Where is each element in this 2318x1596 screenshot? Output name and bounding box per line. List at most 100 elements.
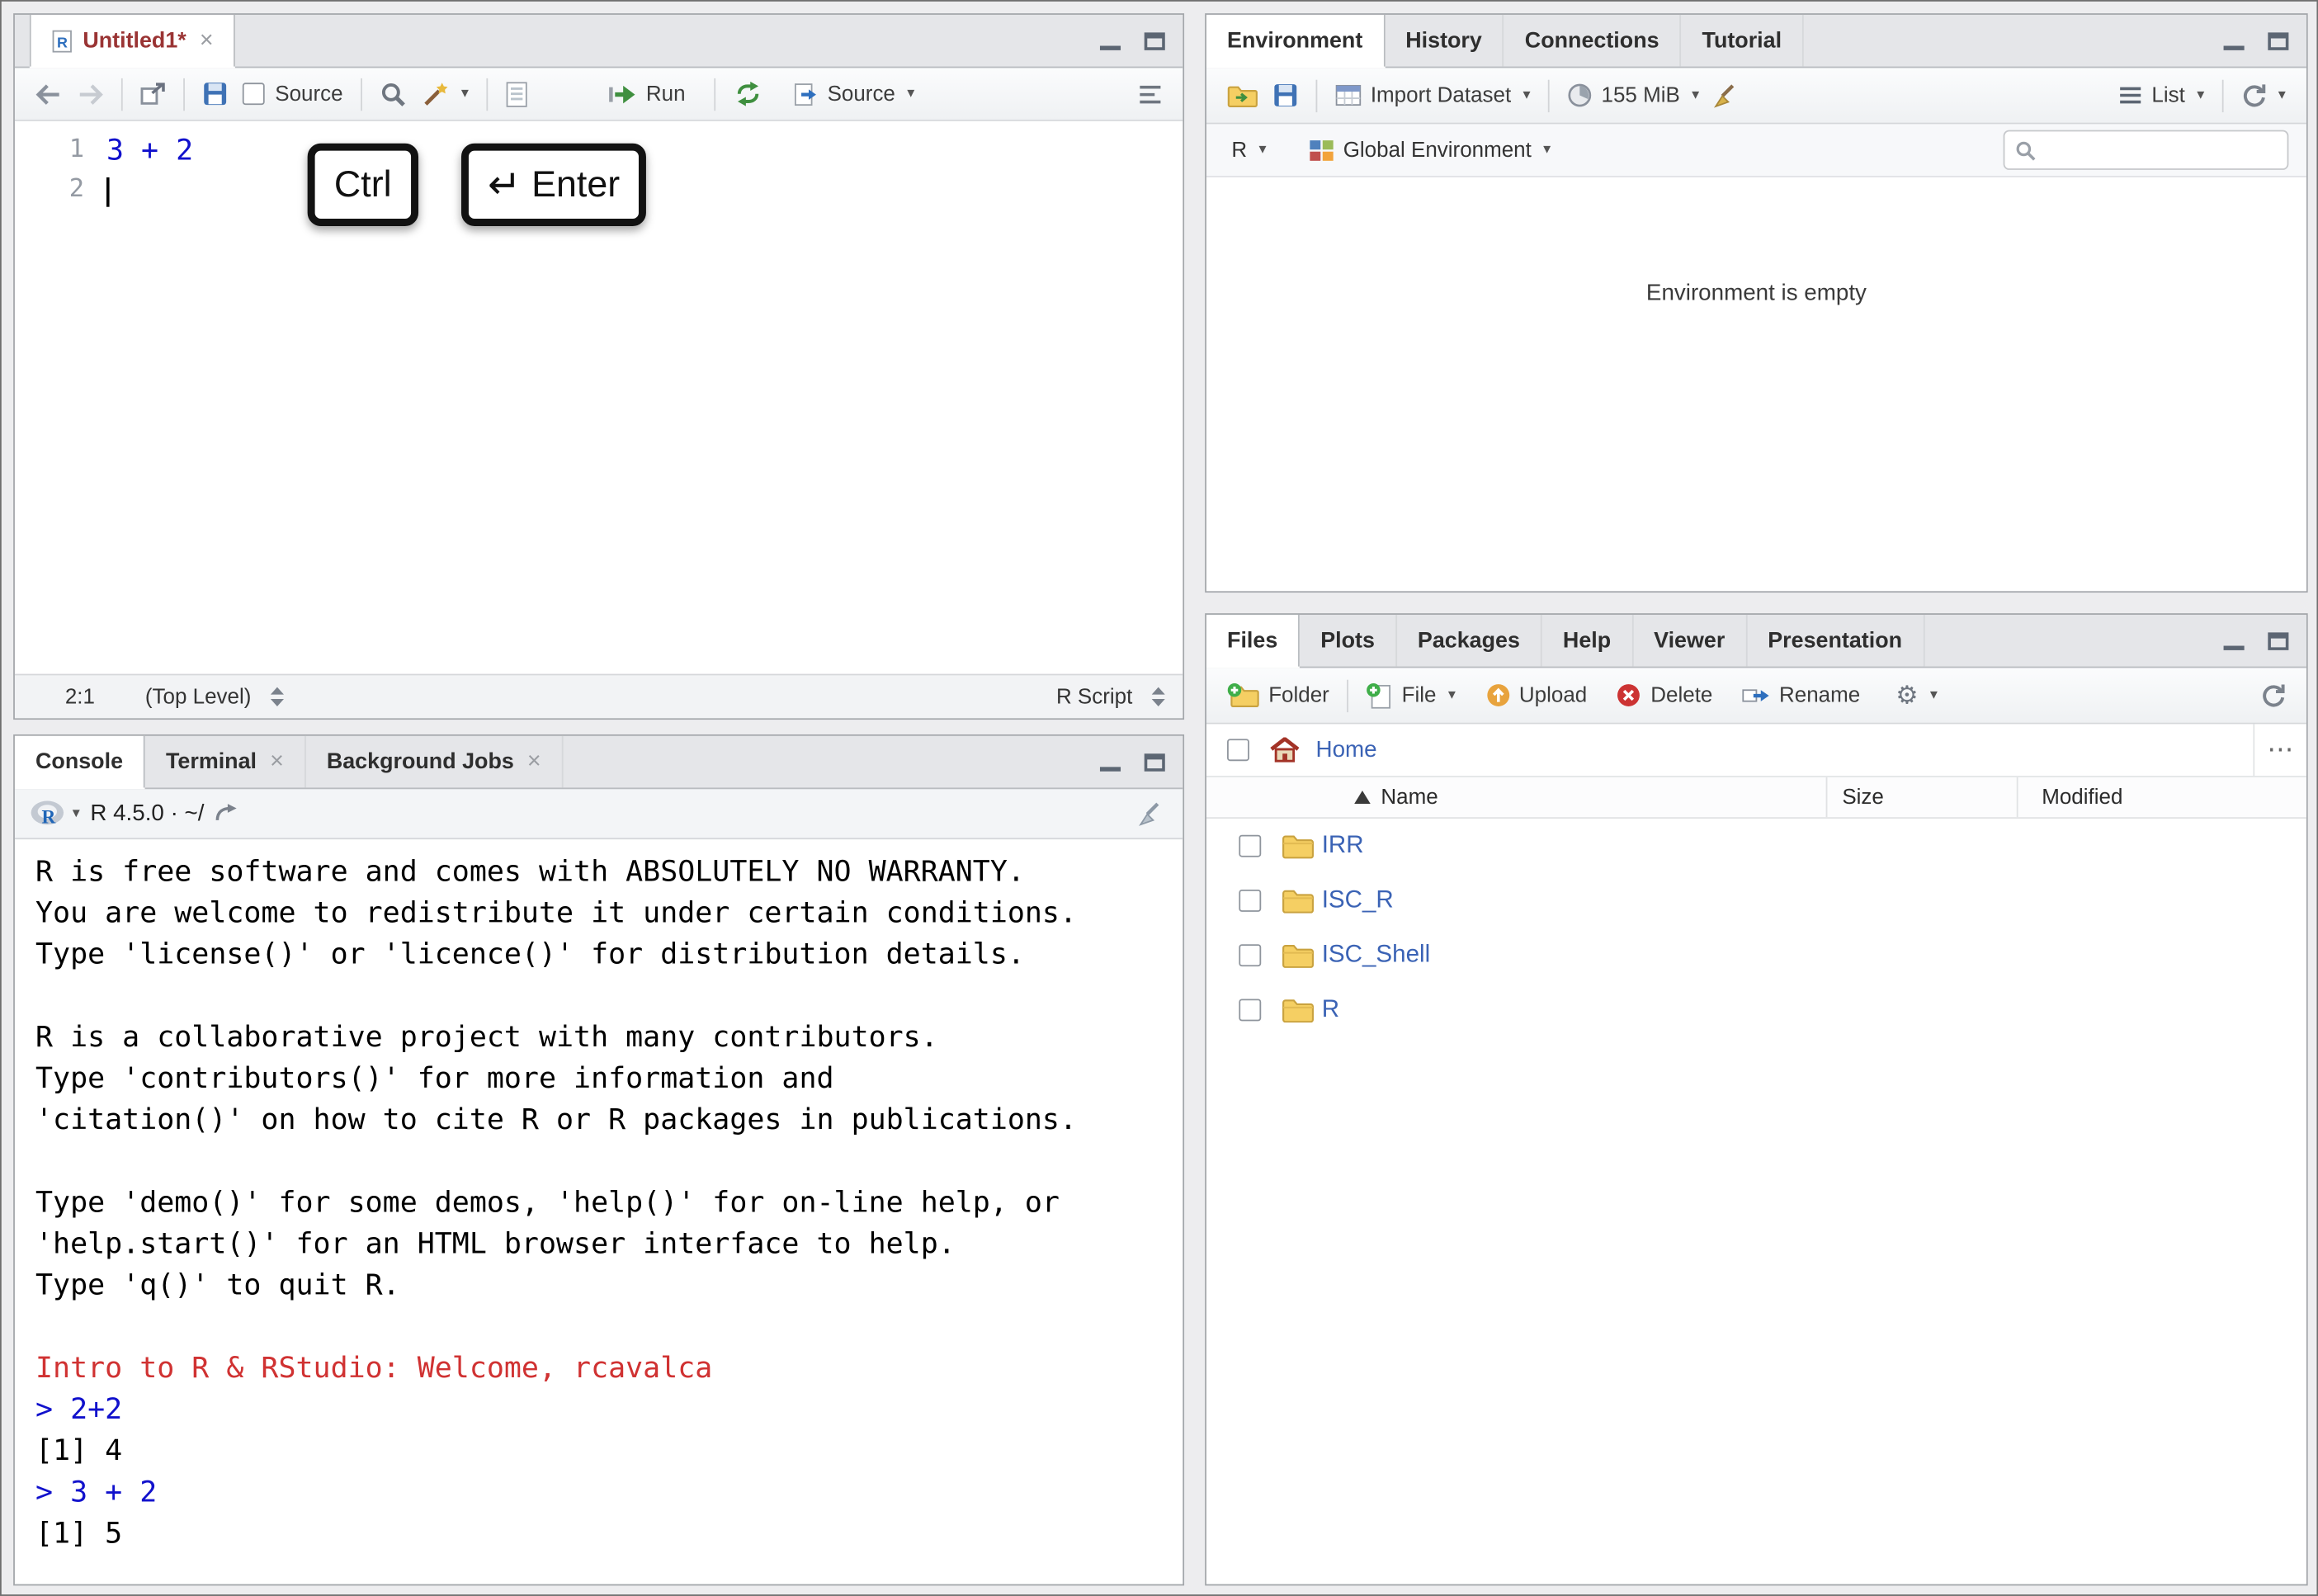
- maximize-pane-button[interactable]: [1145, 753, 1165, 770]
- separator: [486, 78, 488, 110]
- save-button[interactable]: [195, 77, 234, 111]
- source-statusbar: 2:1 (Top Level) R Script: [15, 674, 1183, 719]
- source-on-save-checkbox[interactable]: [243, 83, 265, 105]
- environment-search-input[interactable]: [2043, 138, 2277, 162]
- tab-presentation[interactable]: Presentation: [1747, 615, 1924, 667]
- forward-button[interactable]: [69, 79, 111, 109]
- file-type-selector[interactable]: R Script: [1056, 685, 1132, 709]
- load-workspace-button[interactable]: [1220, 79, 1266, 111]
- file-checkbox[interactable]: [1239, 835, 1261, 857]
- tab-connections[interactable]: Connections: [1504, 15, 1682, 67]
- environment-scope-selector[interactable]: Global Environment ▾: [1301, 134, 1558, 166]
- save-workspace-button[interactable]: [1266, 78, 1305, 112]
- tab-history[interactable]: History: [1385, 15, 1504, 67]
- list-view-button[interactable]: List ▾: [2112, 79, 2212, 111]
- console-line: Intro to R & RStudio: Welcome, rcavalca: [35, 1348, 1183, 1389]
- refresh-files-button[interactable]: [2253, 678, 2292, 712]
- clear-console-broom-icon[interactable]: [1139, 800, 1168, 827]
- import-dataset-button[interactable]: Import Dataset ▾: [1328, 79, 1538, 111]
- minimize-pane-button[interactable]: [1100, 766, 1121, 770]
- close-icon[interactable]: ×: [200, 27, 214, 54]
- tab-viewer[interactable]: Viewer: [1633, 615, 1747, 667]
- language-selector[interactable]: R ▾: [1224, 134, 1273, 166]
- new-folder-button[interactable]: Folder: [1220, 678, 1337, 712]
- chevron-down-icon: ▾: [1523, 87, 1531, 104]
- minimize-pane-button[interactable]: [2224, 645, 2245, 649]
- close-icon[interactable]: ×: [270, 748, 284, 775]
- tab-background-jobs[interactable]: Background Jobs ×: [306, 736, 564, 788]
- more-options-button[interactable]: ⚙ ▾: [1888, 682, 1945, 707]
- chevron-down-icon: ▾: [2278, 87, 2286, 104]
- separator: [1316, 79, 1318, 111]
- files-table-header: Name Size Modified: [1206, 777, 2306, 819]
- compile-report-button[interactable]: [498, 76, 536, 111]
- close-icon[interactable]: ×: [527, 748, 541, 775]
- tab-environment[interactable]: Environment: [1206, 15, 1385, 67]
- files-pane: Files Plots Packages Help Viewer Present…: [1205, 613, 2308, 1585]
- file-checkbox[interactable]: [1239, 890, 1261, 912]
- clear-environment-broom-icon[interactable]: [1707, 78, 1751, 113]
- maximize-pane-button[interactable]: [1145, 32, 1165, 50]
- go-to-directory-icon[interactable]: [215, 804, 238, 823]
- file-link[interactable]: ISC_Shell: [1322, 942, 1430, 970]
- file-checkbox[interactable]: [1239, 944, 1261, 966]
- updown-arrows-icon: [271, 687, 284, 706]
- minimize-pane-button[interactable]: [2224, 45, 2245, 50]
- column-header-name[interactable]: Name: [1206, 786, 1826, 810]
- folder-icon: [1274, 888, 1321, 913]
- column-header-modified[interactable]: Modified: [2017, 777, 2306, 817]
- tab-tutorial[interactable]: Tutorial: [1681, 15, 1804, 67]
- r-version-selector[interactable]: R ▾: [30, 800, 80, 828]
- file-link[interactable]: R: [1322, 996, 1339, 1024]
- enter-arrow-icon: ↵: [488, 162, 522, 208]
- tab-terminal[interactable]: Terminal ×: [145, 736, 306, 788]
- refresh-environment-button[interactable]: ▾: [2234, 78, 2293, 112]
- rename-button[interactable]: Rename: [1735, 679, 1867, 711]
- console-output[interactable]: R is free software and comes with ABSOLU…: [15, 839, 1183, 1584]
- console-line: [35, 1306, 1183, 1348]
- code-tools-button[interactable]: ▾: [414, 76, 476, 111]
- memory-usage-button[interactable]: 155 MiB ▾: [1560, 78, 1707, 112]
- home-icon[interactable]: [1270, 738, 1300, 763]
- tabstrip-pad: [15, 15, 30, 67]
- rerun-button[interactable]: [725, 77, 770, 111]
- tab-untitled1[interactable]: R Untitled1* ×: [30, 15, 236, 67]
- breadcrumb-more-button[interactable]: ⋯: [2253, 724, 2306, 776]
- maximize-pane-button[interactable]: [2268, 632, 2288, 649]
- environment-tabstrip: Environment History Connections Tutorial: [1206, 15, 2306, 68]
- find-replace-button[interactable]: [372, 76, 413, 111]
- console-line: R is free software and comes with ABSOLU…: [35, 851, 1183, 892]
- select-all-checkbox[interactable]: [1227, 739, 1249, 761]
- new-file-button[interactable]: File ▾: [1359, 678, 1463, 713]
- run-button[interactable]: Run: [600, 78, 692, 110]
- refresh-icon: [2241, 83, 2266, 107]
- line-number: 2: [15, 170, 106, 210]
- chevron-down-icon: ▾: [73, 805, 80, 822]
- back-button[interactable]: [28, 79, 69, 109]
- open-in-new-window-button[interactable]: [133, 78, 172, 110]
- environment-body: Environment is empty: [1206, 177, 2306, 591]
- source-file-button[interactable]: Source ▾: [785, 78, 923, 110]
- delete-button[interactable]: Delete: [1609, 678, 1720, 712]
- magic-wand-icon: [422, 81, 450, 107]
- tab-help[interactable]: Help: [1542, 615, 1633, 667]
- tab-console[interactable]: Console: [15, 736, 145, 788]
- upload-button[interactable]: Upload: [1478, 678, 1594, 712]
- chevron-down-icon: ▾: [1692, 87, 1699, 104]
- document-outline-button[interactable]: [1131, 79, 1170, 109]
- file-checkbox[interactable]: [1239, 999, 1261, 1022]
- console-line: [1] 5: [35, 1513, 1183, 1555]
- scope-selector[interactable]: (Top Level): [145, 685, 252, 709]
- maximize-pane-button[interactable]: [2268, 32, 2288, 50]
- import-dataset-label: Import Dataset: [1371, 83, 1511, 107]
- file-link[interactable]: ISC_R: [1322, 886, 1394, 914]
- tab-files[interactable]: Files: [1206, 615, 1300, 667]
- minimize-pane-button[interactable]: [1100, 45, 1121, 50]
- tab-plots[interactable]: Plots: [1300, 615, 1397, 667]
- code-editor[interactable]: 1 2 3 + 2 Ctrl ↵ Enter: [15, 121, 1183, 674]
- breadcrumb-home-link[interactable]: Home: [1316, 737, 1377, 763]
- tab-packages[interactable]: Packages: [1397, 615, 1542, 667]
- file-link[interactable]: IRR: [1322, 832, 1364, 860]
- chevron-down-icon: ▾: [461, 86, 469, 102]
- column-header-size[interactable]: Size: [1826, 777, 2017, 817]
